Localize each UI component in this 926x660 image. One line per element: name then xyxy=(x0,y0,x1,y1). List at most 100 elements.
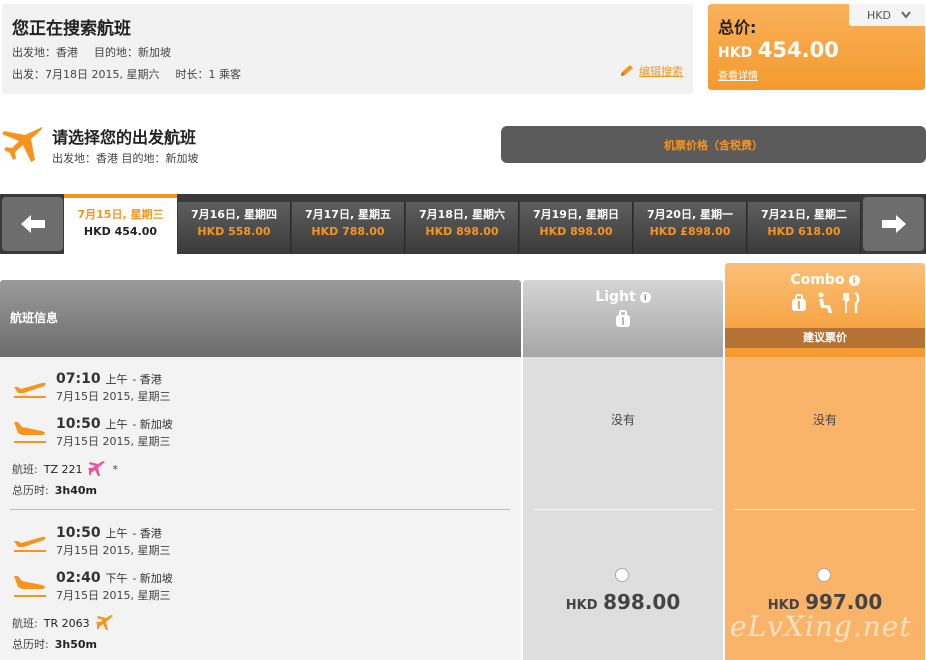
combo-fare-header: Combo i 建议票价 xyxy=(725,263,925,357)
currency-select[interactable]: HKD xyxy=(849,4,925,26)
date-tab-price: HKD 618.00 xyxy=(767,225,841,238)
light-fare-header: Light i xyxy=(523,280,723,357)
next-dates-button[interactable] xyxy=(863,197,924,251)
combo-fare-name: Combo i xyxy=(790,272,860,288)
combo-fare-label: Combo xyxy=(790,272,845,288)
light-fare-label: Light xyxy=(595,289,636,305)
arrival-date: 7月15日 2015, 星期三 xyxy=(56,589,171,602)
search-title: 您正在搜索航班 xyxy=(12,19,131,39)
duration-label: 时长： xyxy=(175,68,209,81)
info-icon[interactable]: i xyxy=(848,274,860,286)
flight-number: TR 2063 xyxy=(43,616,90,630)
combo-fare-radio[interactable] xyxy=(817,568,831,582)
chevron-down-icon xyxy=(901,9,911,22)
watermark: eLvXing.net xyxy=(730,610,912,643)
view-details-link[interactable]: 查看详情 xyxy=(718,67,758,82)
flight-note-mark: * xyxy=(112,462,118,476)
arrow-right-icon xyxy=(881,215,906,233)
date-tab-date: 7月19日, 星期日 xyxy=(533,208,619,221)
arrival-time: 02:40 xyxy=(56,570,101,586)
arrival-segment: 10:50 上午 - 新加坡 7月15日 2015, 星期三 xyxy=(12,416,173,449)
landing-icon xyxy=(14,576,46,597)
departure-time: 07:10 xyxy=(56,371,101,387)
date-tab-date: 7月21日, 星期二 xyxy=(761,208,847,221)
arrow-left-icon xyxy=(20,215,45,233)
date-line: 出发：7月18日 2015, 星期六 时长：1 乘客 xyxy=(12,66,241,82)
prev-dates-button[interactable] xyxy=(2,197,63,251)
pencil-icon xyxy=(619,64,635,78)
duration-row: 总历时: 3h50m xyxy=(12,636,97,652)
destination-label: 目的地：新加坡 xyxy=(94,46,171,59)
recommended-fare-badge: 建议票价 xyxy=(725,328,925,348)
light-fare-column: 没有 HKD 898.00 xyxy=(523,357,723,660)
duration-value: 3h40m xyxy=(54,483,97,497)
departure-time: 10:50 xyxy=(56,525,101,541)
date-tab-price: HKD 898.00 xyxy=(425,225,499,238)
edit-search-link[interactable]: 编辑搜索 xyxy=(619,63,683,79)
duration-value: 3h50m xyxy=(54,637,97,651)
date-tab-date: 7月20日, 星期一 xyxy=(647,208,733,221)
date-tab[interactable]: 7月19日, 星期日 HKD 898.00 xyxy=(520,202,633,254)
flight-number-row: 航班: TR 2063 xyxy=(12,615,114,631)
departure-segment: 07:10 上午 - 香港 7月15日 2015, 星期三 xyxy=(12,371,170,404)
departure-subtitle: 出发地：香港 目的地：新加坡 xyxy=(52,152,199,165)
arrival-time: 10:50 xyxy=(56,416,101,432)
meal-icon xyxy=(843,292,860,313)
origin-label: 出发地：香港 xyxy=(12,46,78,59)
row-divider xyxy=(533,509,713,510)
date-tab[interactable]: 7月16日, 星期四 HKD 558.00 xyxy=(178,202,291,254)
date-tab-price: HKD 788.00 xyxy=(311,225,385,238)
row-divider xyxy=(10,509,510,510)
edit-search-label: 编辑搜索 xyxy=(639,65,683,78)
light-fare-amount: 898.00 xyxy=(603,590,681,614)
total-price: HKD 454.00 xyxy=(718,38,839,62)
info-icon[interactable]: i xyxy=(639,291,651,303)
departure-place: - 香港 xyxy=(132,373,162,386)
departure-plane-icon xyxy=(2,124,44,170)
total-label: 总价: xyxy=(718,18,757,37)
date-tab[interactable]: 7月15日, 星期三 HKD 454.00 xyxy=(64,194,177,254)
date-tab-price: HKD £898.00 xyxy=(649,225,731,238)
light-fare-radio[interactable] xyxy=(615,568,629,582)
flight-number-row: 航班: TZ 221 * xyxy=(12,461,118,477)
flight-info-header: 航班信息 xyxy=(0,280,521,357)
date-tab[interactable]: 7月17日, 星期五 HKD 788.00 xyxy=(292,202,405,254)
flight-label: 航班: xyxy=(12,463,38,476)
passenger-count: 1 乘客 xyxy=(208,68,241,81)
date-tab[interactable]: 7月21日, 星期二 HKD 618.00 xyxy=(748,202,861,254)
date-tab-date: 7月16日, 星期四 xyxy=(191,208,277,221)
departure-segment: 10:50 上午 - 香港 7月15日 2015, 星期三 xyxy=(12,525,170,558)
departure-place: - 香港 xyxy=(132,527,162,540)
duration-row: 总历时: 3h40m xyxy=(12,482,97,498)
seat-icon xyxy=(818,292,832,313)
takeoff-icon xyxy=(14,382,46,398)
date-tab-date: 7月15日, 星期三 xyxy=(77,208,164,221)
arrival-date: 7月15日 2015, 星期三 xyxy=(56,435,171,448)
date-tab-date: 7月17日, 星期五 xyxy=(305,208,391,221)
takeoff-icon xyxy=(14,536,46,552)
combo-fare-unavailable: 没有 xyxy=(812,413,837,427)
departure-date: 7月15日 2015, 星期三 xyxy=(56,390,171,403)
landing-icon xyxy=(14,422,46,443)
airline-logo-icon xyxy=(88,461,106,476)
route-line: 出发地：香港 目的地：新加坡 xyxy=(12,44,171,60)
departure-ampm: 上午 xyxy=(105,373,128,386)
light-fare-name: Light i xyxy=(595,289,651,305)
date-tab-date: 7月18日, 星期六 xyxy=(419,208,505,221)
departure-date: 7月15日 2015, 星期三 xyxy=(56,544,171,557)
light-fare-price: HKD 898.00 xyxy=(523,590,723,614)
airline-logo-icon xyxy=(95,615,113,630)
arrival-place: - 新加坡 xyxy=(132,572,173,585)
depart-date: 7月18日 2015, 星期六 xyxy=(45,68,160,81)
duration-label: 总历时: xyxy=(12,638,49,651)
date-tab[interactable]: 7月20日, 星期一 HKD £898.00 xyxy=(634,202,747,254)
row-divider xyxy=(735,509,915,510)
fare-price-header: 机票价格（含税费） xyxy=(501,126,926,163)
total-amount: 454.00 xyxy=(757,38,839,62)
arrival-place: - 新加坡 xyxy=(132,418,173,431)
baggage-icon xyxy=(616,310,630,327)
date-tab[interactable]: 7月18日, 星期六 HKD 898.00 xyxy=(406,202,519,254)
departure-ampm: 上午 xyxy=(105,527,128,540)
arrival-ampm: 上午 xyxy=(105,418,128,431)
light-fare-currency: HKD xyxy=(565,598,598,613)
